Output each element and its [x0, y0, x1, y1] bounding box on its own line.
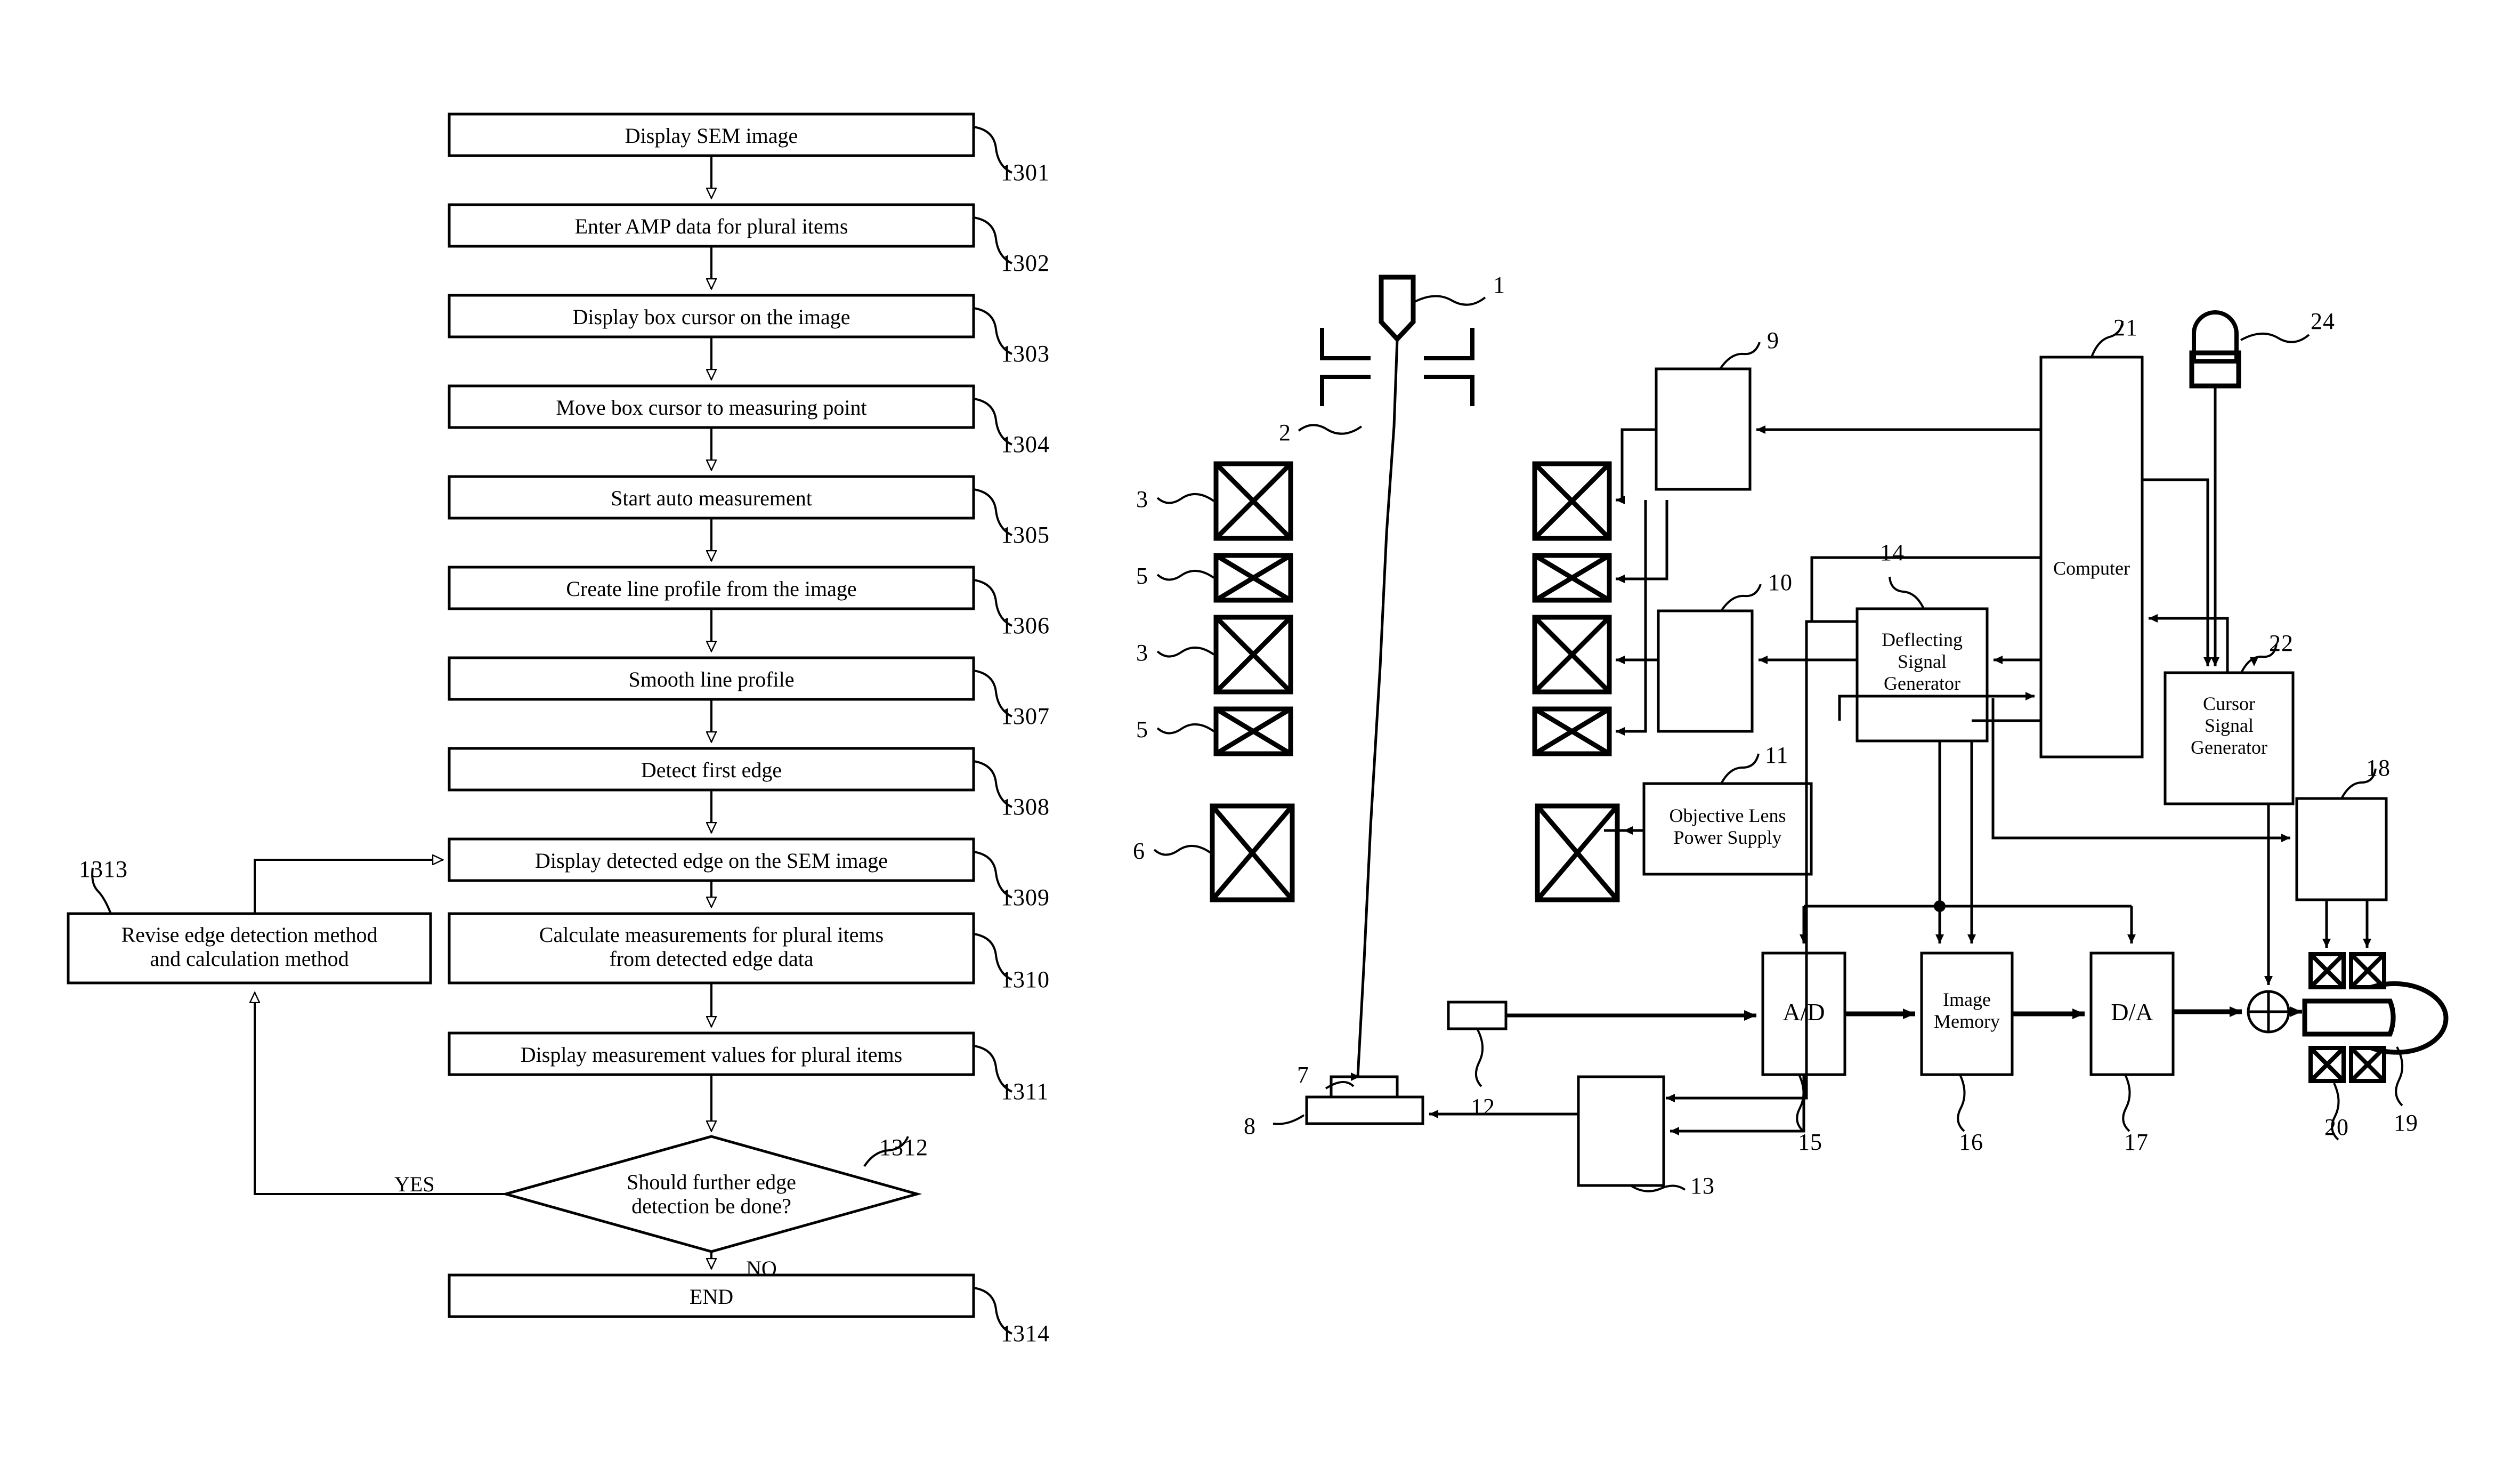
apparatus-ref-18: 18 — [2366, 755, 2391, 781]
apparatus-ref-14: 14 — [1880, 539, 1905, 566]
block-da-label: D/A — [2111, 998, 2153, 1026]
apparatus-ref-9: 9 — [1767, 327, 1779, 353]
flow-ref-1310: 1310 — [1001, 966, 1050, 993]
block-computer-label: Computer — [2053, 558, 2130, 579]
flow-ref-1312: 1312 — [879, 1134, 928, 1160]
branch-no-label: NO — [746, 1256, 777, 1280]
apparatus-ref-13: 13 — [1690, 1173, 1715, 1199]
apparatus-ref-10: 10 — [1768, 569, 1793, 595]
branch-yes-label: YES — [394, 1172, 435, 1196]
apparatus-ref-2: 2 — [1279, 420, 1291, 446]
apparatus-ref-5b: 5 — [1136, 716, 1148, 743]
flow-step-1307-label: Smooth line profile — [628, 667, 795, 691]
flow-ref-1308: 1308 — [1001, 794, 1050, 820]
apparatus-ref-1: 1 — [1493, 272, 1505, 298]
apparatus-ref-11: 11 — [1765, 742, 1789, 768]
apparatus-ref-16: 16 — [1959, 1129, 1983, 1155]
figure-canvas: Display SEM image Enter AMP data for plu… — [0, 0, 2520, 1460]
flow-step-1306-label: Create line profile from the image — [566, 577, 857, 601]
apparatus-ref-17: 17 — [2124, 1129, 2149, 1155]
apparatus-ref-15: 15 — [1798, 1129, 1822, 1155]
flow-ref-1311: 1311 — [1001, 1078, 1049, 1104]
flow-ref-1309: 1309 — [1001, 884, 1050, 910]
apparatus-ref-8: 8 — [1244, 1113, 1256, 1139]
block-cursor-signal-generator-label: Cursor Signal Generator — [2191, 693, 2267, 759]
flow-ref-1303: 1303 — [1001, 341, 1050, 367]
flow-decision-1312-label: Should further edge detection be done? — [627, 1170, 796, 1218]
flow-step-1311-label: Display measurement values for plural it… — [520, 1043, 903, 1067]
block-ad-label: A/D — [1782, 998, 1825, 1026]
flow-step-1304-label: Move box cursor to measuring point — [556, 396, 867, 420]
apparatus-ref-5a: 5 — [1136, 563, 1148, 589]
flow-ref-1307: 1307 — [1001, 703, 1050, 729]
apparatus-ref-22: 22 — [2269, 630, 2294, 656]
flow-ref-1314: 1314 — [1001, 1320, 1050, 1346]
apparatus-ref-3b: 3 — [1136, 640, 1148, 666]
flow-step-1309-label: Display detected edge on the SEM image — [534, 849, 888, 873]
flow-ref-1306: 1306 — [1001, 612, 1050, 639]
apparatus-ref-12: 12 — [1471, 1094, 1495, 1120]
flow-step-1303-label: Display box cursor on the image — [572, 305, 850, 329]
block-objective-lens-power-supply-label: Objective Lens Power Supply — [1669, 805, 1786, 849]
flow-ref-1302: 1302 — [1001, 250, 1050, 276]
apparatus-ref-6: 6 — [1133, 838, 1145, 864]
flow-step-1305-label: Start auto measurement — [611, 486, 812, 510]
flowchart-shapes — [67, 112, 975, 1318]
flow-revise-1313-label: Revise edge detection method and calcula… — [121, 923, 378, 971]
flow-end-1314-label: END — [689, 1285, 734, 1309]
flow-ref-1304: 1304 — [1001, 431, 1050, 457]
block-deflecting-signal-generator-label: Deflecting Signal Generator — [1882, 629, 1963, 695]
flow-step-1302-label: Enter AMP data for plural items — [574, 214, 848, 238]
flow-ref-1301: 1301 — [1001, 159, 1050, 185]
apparatus-ref-7: 7 — [1297, 1062, 1309, 1088]
flow-ref-1305: 1305 — [1001, 522, 1050, 548]
block-image-memory-label: Image Memory — [1934, 989, 2000, 1033]
flow-step-1301-label: Display SEM image — [625, 124, 798, 148]
apparatus-ref-21: 21 — [2113, 314, 2138, 341]
flow-step-1310-label: Calculate measurements for plural items … — [539, 923, 884, 971]
apparatus-ref-3a: 3 — [1136, 486, 1148, 512]
flow-ref-1313: 1313 — [79, 856, 128, 882]
figure-vector-layer — [67, 112, 2449, 1335]
apparatus-ref-19: 19 — [2394, 1110, 2418, 1136]
apparatus-ref-20: 20 — [2324, 1114, 2349, 1140]
apparatus-ref-24: 24 — [2311, 308, 2335, 334]
flow-step-1308-label: Detect first edge — [641, 758, 782, 782]
